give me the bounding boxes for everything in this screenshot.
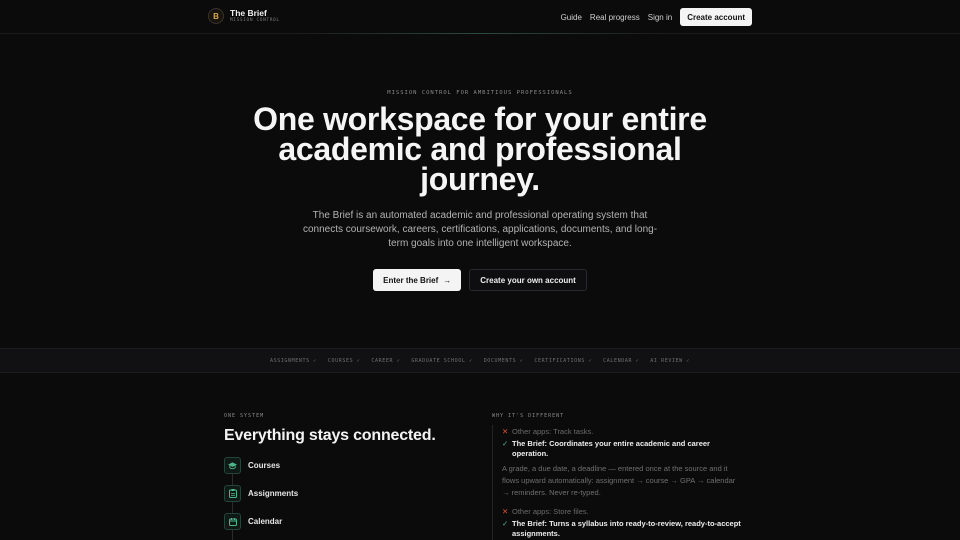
clipboard-icon — [224, 485, 241, 502]
brand-name: The Brief — [230, 7, 267, 18]
nav-link-real-progress[interactable]: Real progress — [590, 13, 640, 22]
brand[interactable]: B The Brief MISSION CONTROL — [208, 8, 280, 24]
strip-item-assignments: ASSIGNMENTS ✓ — [269, 357, 317, 364]
timeline-label: Calendar — [248, 517, 283, 526]
brief-text: The Brief: Coordinates your entire acade… — [512, 439, 710, 458]
comparison-brief-row: ✓ The Brief: Coordinates your entire aca… — [502, 439, 744, 459]
one-system-label: ONE SYSTEM — [224, 413, 265, 419]
create-account-button[interactable]: Create account — [680, 8, 752, 26]
nav-link-sign-in[interactable]: Sign in — [648, 13, 672, 22]
section-title: Everything stays connected. — [224, 427, 436, 444]
comparison-panel: ✕ Other apps: Track tasks. ✓ The Brief: … — [492, 425, 742, 540]
graduation-cap-icon — [224, 457, 241, 474]
strip-item-certifications: CERTIFICATIONS ✓ — [534, 357, 593, 364]
check-icon: ✓ — [502, 519, 509, 528]
strip-item-calendar: CALENDAR ✓ — [603, 357, 640, 364]
brief-text: The Brief: Turns a syllabus into ready-t… — [512, 519, 741, 538]
nav-divider-glow — [300, 33, 660, 34]
hero-subhead: The Brief is an automated academic and p… — [302, 210, 658, 249]
comparison-other-row: ✕ Other apps: Store files. — [502, 507, 589, 517]
why-different-label: WHY IT'S DIFFERENT — [492, 413, 565, 419]
timeline-label: Assignments — [248, 489, 299, 498]
check-icon: ✓ — [502, 439, 509, 448]
strip-item-ai-review: AI REVIEW ✓ — [650, 357, 690, 364]
comparison-other-row: ✕ Other apps: Track tasks. — [502, 427, 593, 437]
strip-item-career: CAREER ✓ — [371, 357, 401, 364]
x-icon: ✕ — [502, 427, 509, 436]
brand-logo: B — [208, 8, 224, 24]
timeline-item-calendar[interactable]: Calendar — [224, 513, 282, 530]
hero-headline: One workspace for your entire academic a… — [253, 101, 707, 197]
strip-item-documents: DOCUMENTS ✓ — [483, 357, 524, 364]
create-own-account-button[interactable]: Create your own account — [469, 269, 587, 291]
timeline-item-courses[interactable]: Courses — [224, 457, 280, 474]
timeline-label: Courses — [248, 461, 281, 470]
comparison-brief-row: ✓ The Brief: Turns a syllabus into ready… — [502, 519, 744, 539]
enter-the-brief-button[interactable]: Enter the Brief → — [373, 269, 462, 291]
hero-eyebrow: MISSION CONTROL FOR AMBITIOUS PROFESSION… — [387, 90, 573, 96]
nav-link-guide[interactable]: Guide — [561, 13, 582, 22]
strip-item-courses: COURSES ✓ — [327, 357, 361, 364]
strip-item-graduate-school: GRADUATE SCHOOL ✓ — [411, 357, 473, 364]
calendar-icon — [224, 513, 241, 530]
arrow-right-icon: → — [443, 275, 452, 285]
brand-subtitle: MISSION CONTROL — [230, 18, 280, 23]
other-apps-text: Other apps: Store files. — [512, 507, 589, 516]
feature-strip: ASSIGNMENTS ✓ COURSES ✓ CAREER ✓ GRADUAT… — [0, 348, 960, 373]
top-nav: B The Brief MISSION CONTROL Guide Real p… — [0, 0, 960, 34]
enter-the-brief-label: Enter the Brief — [383, 275, 439, 285]
timeline-item-assignments[interactable]: Assignments — [224, 485, 298, 502]
comparison-description: A grade, a due date, a deadline — entere… — [502, 464, 736, 497]
x-icon: ✕ — [502, 507, 509, 516]
other-apps-text: Other apps: Track tasks. — [512, 427, 594, 436]
